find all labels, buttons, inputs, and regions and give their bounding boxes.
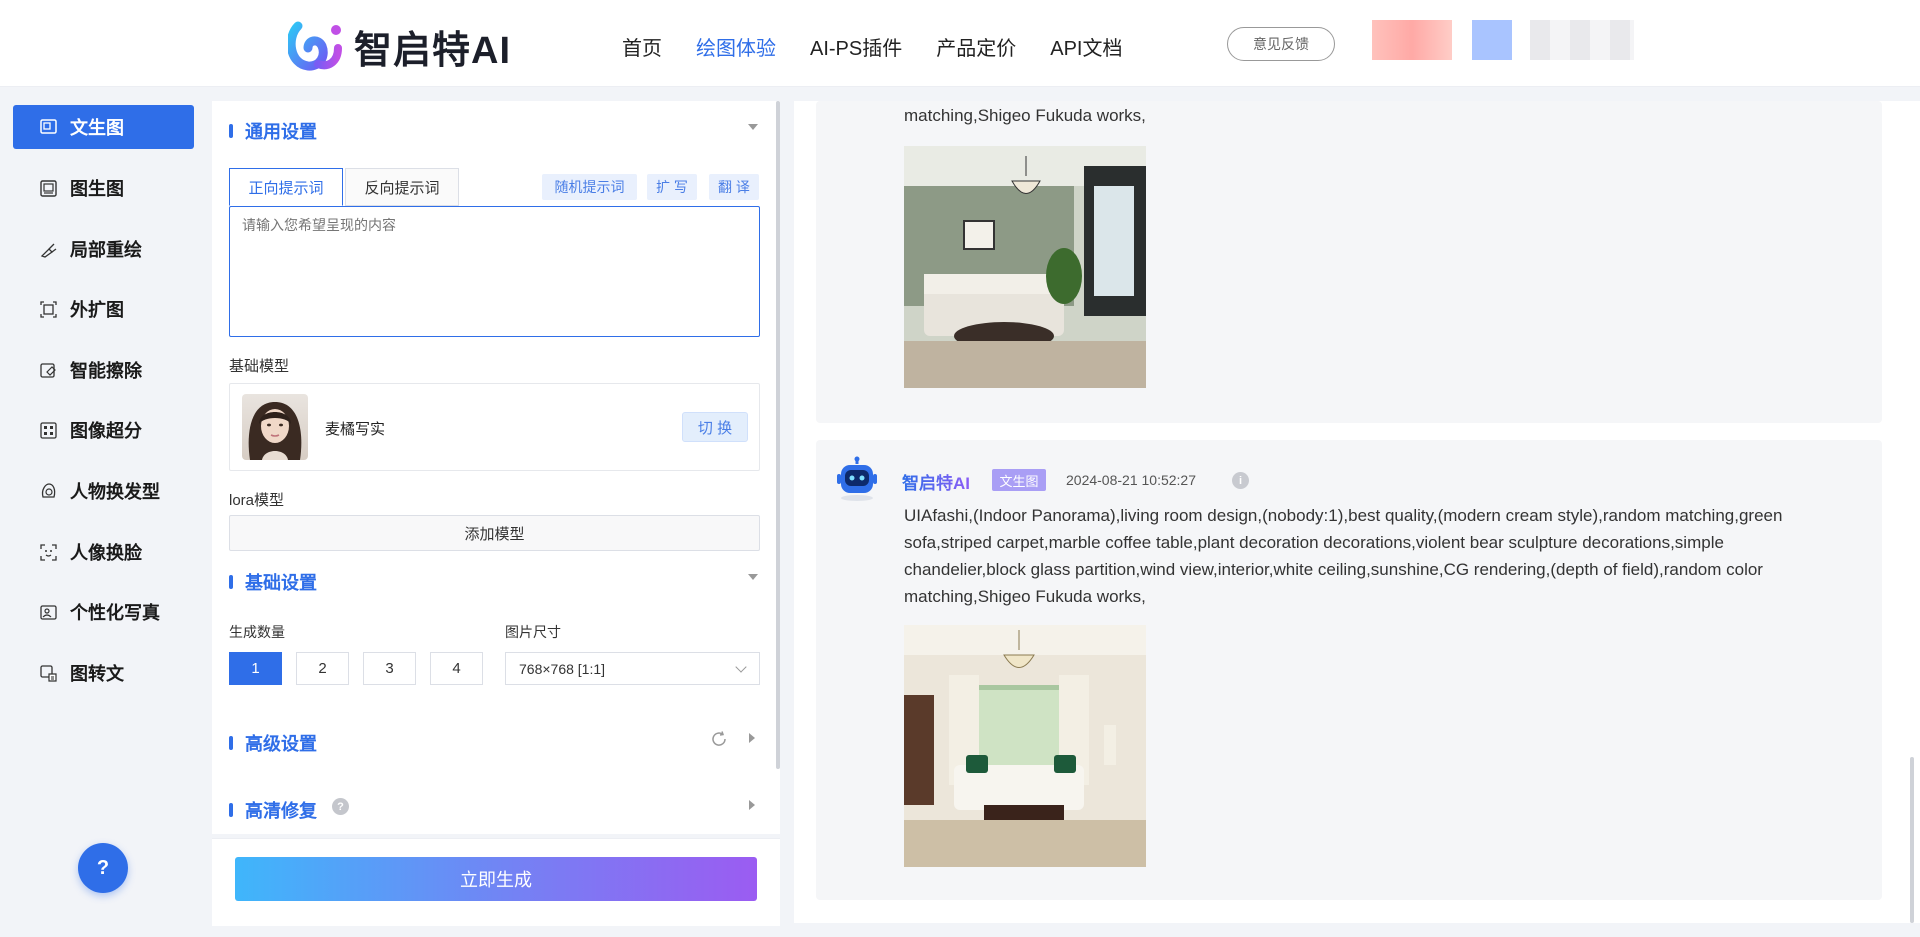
section-general-settings[interactable]: 通用设置 [229,118,317,144]
size-label: 图片尺寸 [505,624,561,640]
section-hires-fix[interactable]: 高清修复 [229,797,317,823]
result-type-badge: 文生图 [992,469,1046,491]
results-scrollbar[interactable] [1910,757,1914,923]
tab-positive-prompt[interactable]: 正向提示词 [229,168,343,206]
section-title: 高级设置 [245,734,317,754]
model-name: 麦橘写实 [325,421,386,438]
random-prompt-button[interactable]: 随机提示词 [542,174,637,200]
collapse-caret-icon[interactable] [748,574,758,580]
nav-pricing[interactable]: 产品定价 [936,32,1016,61]
lora-model-label: lora模型 [229,492,285,509]
sidebar-item-text-to-image[interactable]: 文生图 [13,105,194,149]
generate-button[interactable]: 立即生成 [235,857,757,901]
size-value: 768×768 [1:1] [519,660,606,677]
sidebar-item-label: 智能擦除 [70,361,142,381]
user-info-blurred[interactable] [1372,20,1452,60]
top-header: 智启特AI 首页 绘图体验 AI-PS插件 产品定价 API文档 意见反馈 [0,0,1920,87]
sidebar-item-outpaint[interactable]: 外扩图 [13,287,194,331]
sidebar-item-image-to-image[interactable]: 图生图 [13,166,194,210]
switch-model-button[interactable]: 切 换 [682,412,748,442]
section-advanced-settings[interactable]: 高级设置 [229,730,317,756]
count-label: 生成数量 [229,624,285,640]
text-image-icon [38,117,58,137]
expand-prompt-button[interactable]: 扩 写 [647,174,697,200]
result-image[interactable] [904,625,1146,867]
sidebar-item-face-swap[interactable]: 人像换脸 [13,530,194,574]
model-thumbnail [242,394,308,460]
collapse-caret-icon[interactable] [748,124,758,130]
nav-api-docs[interactable]: API文档 [1050,32,1122,61]
refresh-icon[interactable] [710,730,728,748]
section-title: 通用设置 [245,122,317,142]
sidebar-item-hairstyle[interactable]: 人物换发型 [13,469,194,513]
image-image-icon [38,178,58,198]
upscale-icon [38,420,58,440]
info-icon[interactable]: i [1232,472,1249,489]
sidebar-item-label: 人物换发型 [70,482,160,502]
sidebar-item-inpaint[interactable]: 局部重绘 [13,227,194,271]
sidebar-item-label: 图生图 [70,179,124,199]
section-title: 基础设置 [245,573,317,593]
result-timestamp: 2024-08-21 10:52:27 [1066,472,1196,488]
sidebar-item-label: 人像换脸 [70,543,142,563]
eraser-icon [38,360,58,380]
result-prompt-text: UIAfashi,(Indoor Panorama),living room d… [904,506,1783,606]
count-option-3[interactable]: 3 [363,652,416,685]
hairstyle-icon [38,481,58,501]
count-option-1[interactable]: 1 [229,652,282,685]
image-to-text-icon [38,663,58,683]
nav-draw[interactable]: 绘图体验 [696,32,776,61]
sidebar-item-label: 图像超分 [70,421,142,441]
base-model-card: 麦橘写实 切 换 [229,383,760,471]
brush-icon [38,239,58,259]
brand-logo[interactable]: 智启特AI [288,18,511,74]
count-option-4[interactable]: 4 [430,652,483,685]
brand-name: 智启特AI [354,29,512,72]
expand-icon [38,299,58,319]
nav-ps-plugin[interactable]: AI-PS插件 [810,32,902,61]
sidebar-item-upscale[interactable]: 图像超分 [13,408,194,452]
main-nav: 首页 绘图体验 AI-PS插件 产品定价 API文档 [622,32,1123,61]
base-model-label: 基础模型 [229,358,290,375]
portrait-icon [38,602,58,622]
feedback-button[interactable]: 意见反馈 [1227,27,1335,61]
add-lora-model-button[interactable]: 添加模型 [229,515,760,551]
sidebar-item-label: 个性化写真 [70,603,160,623]
image-size-select[interactable]: 768×768 [1:1] [505,652,760,685]
result-image[interactable] [904,146,1146,388]
sidebar-item-image-to-text[interactable]: 图转文 [13,651,194,695]
sidebar-item-portrait[interactable]: 个性化写真 [13,590,194,634]
logo-icon [288,21,342,71]
face-swap-icon [38,542,58,562]
sidebar-item-smart-erase[interactable]: 智能擦除 [13,348,194,392]
prompt-input[interactable] [229,206,760,337]
sidebar-item-label: 外扩图 [70,300,124,320]
section-title: 高清修复 [245,801,317,821]
chevron-down-icon [735,661,747,673]
section-basic-settings[interactable]: 基础设置 [229,569,317,595]
panel-scrollbar[interactable] [776,101,780,769]
nav-home[interactable]: 首页 [622,32,662,61]
result-prompt-text: matching,Shigeo Fukuda works, [904,106,1146,125]
avatar[interactable] [1472,20,1512,60]
username-blurred[interactable] [1530,20,1634,60]
bot-avatar-icon [837,456,877,501]
expand-caret-icon[interactable] [749,733,755,743]
help-button[interactable]: ? [78,843,128,893]
sidebar-item-label: 文生图 [70,118,124,138]
sidebar-item-label: 图转文 [70,664,124,684]
sidebar-item-label: 局部重绘 [70,240,142,260]
result-author: 智启特AI [902,469,970,494]
help-question-icon[interactable]: ? [332,798,349,815]
expand-caret-icon[interactable] [749,800,755,810]
tab-negative-prompt[interactable]: 反向提示词 [345,168,459,206]
translate-button[interactable]: 翻 译 [709,174,759,200]
count-option-2[interactable]: 2 [296,652,349,685]
